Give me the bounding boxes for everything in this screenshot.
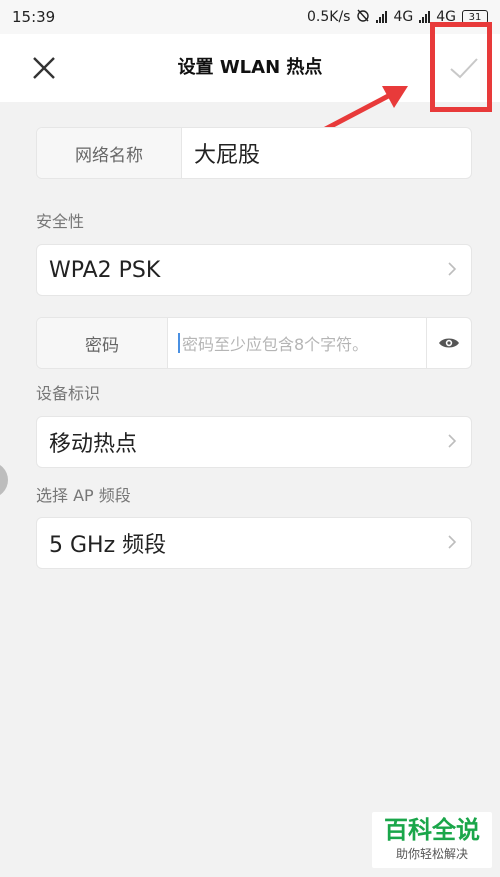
toggle-password-visibility-button[interactable] [426,318,471,368]
security-selector[interactable]: WPA2 PSK [36,244,472,296]
device-id-value: 移动热点 [49,432,138,457]
network-name-row[interactable]: 网络名称 大屁股 [36,127,472,179]
alarm-off-icon [356,8,370,26]
page-title: 设置 WLAN 热点 [177,57,323,78]
watermark: 百科全说 助你轻松解决 [372,812,492,868]
floating-edge-handle[interactable] [0,462,8,498]
device-id-section-label: 设备标识 [36,384,101,403]
status-bar: 15:39 0.5K/s 4G 4G 31 [0,0,500,34]
chevron-right-icon [447,258,457,282]
password-placeholder: 密码至少应包含8个字符。 [182,335,369,354]
password-input[interactable]: 密码至少应包含8个字符。 [168,318,426,368]
security-value: WPA2 PSK [49,257,161,283]
annotation-highlight-box [430,22,492,112]
network-name-label: 网络名称 [37,128,182,178]
device-id-selector[interactable]: 移动热点 [36,416,472,468]
title-bar: 设置 WLAN 热点 [0,34,500,102]
network-speed: 0.5K/s [307,9,351,25]
ap-band-selector[interactable]: 5 GHz 频段 [36,517,472,569]
ap-band-section-label: 选择 AP 频段 [36,486,131,505]
password-row: 密码 密码至少应包含8个字符。 [36,317,472,369]
chevron-right-icon [447,531,457,555]
network-type-1: 4G [393,9,414,25]
chevron-right-icon [447,430,457,454]
eye-icon [439,338,459,348]
signal-icon [376,11,388,23]
text-cursor [178,333,180,353]
close-button[interactable] [24,48,64,88]
close-icon [33,57,55,79]
ap-band-value: 5 GHz 频段 [49,533,167,558]
password-label: 密码 [37,318,168,368]
watermark-sub-text: 助你轻松解决 [395,847,468,861]
status-time: 15:39 [12,8,56,26]
security-section-label: 安全性 [36,212,85,231]
signal-icon [419,11,431,23]
network-name-value[interactable]: 大屁股 [182,137,260,169]
watermark-main-text: 百科全说 [384,816,480,844]
battery-level: 31 [468,11,482,23]
